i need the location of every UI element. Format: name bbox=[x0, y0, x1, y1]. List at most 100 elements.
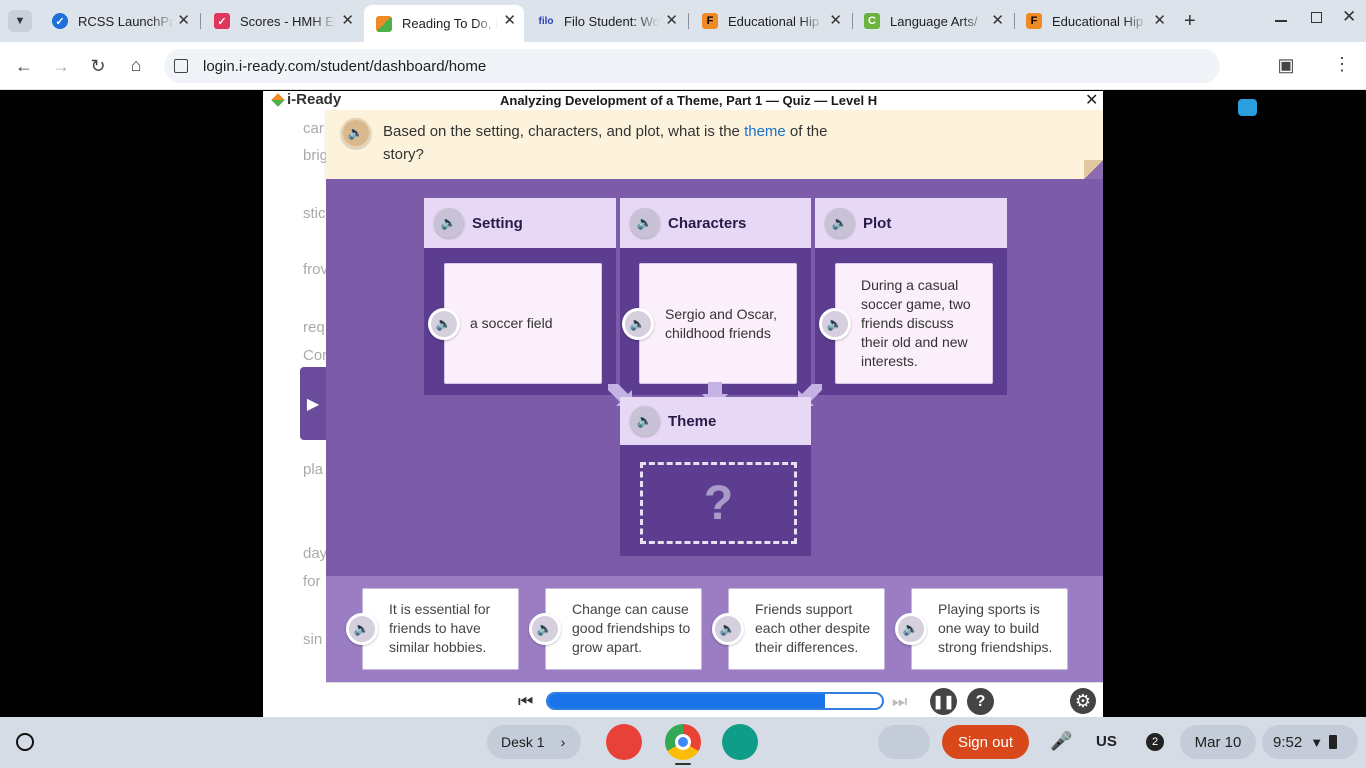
tab-rcss-launchpad[interactable]: ✓ RCSS LaunchPad ✕ bbox=[40, 5, 198, 37]
plot-text: During a casual soccer game, two friends… bbox=[861, 277, 971, 369]
minimize-icon[interactable] bbox=[1275, 20, 1287, 22]
prompt-speaker-icon[interactable]: 🔈 bbox=[341, 118, 371, 148]
tab-flocabulary-2[interactable]: F Educational Hip ✕ bbox=[1014, 5, 1174, 37]
sign-out-button[interactable]: Sign out bbox=[942, 725, 1029, 759]
speaker-icon[interactable]: 🔈 bbox=[434, 208, 464, 238]
background-text: Cor bbox=[303, 347, 328, 364]
theme-keyword-link[interactable]: theme bbox=[744, 123, 786, 140]
background-text: brig bbox=[303, 147, 329, 164]
question-mark-placeholder: ? bbox=[703, 476, 734, 530]
background-text: day bbox=[303, 545, 328, 562]
date-tray[interactable]: Mar 10 bbox=[1180, 725, 1256, 759]
home-icon[interactable]: ⌂ bbox=[124, 55, 148, 75]
speaker-icon[interactable]: 🔈 bbox=[630, 406, 660, 436]
setting-heading: 🔈 Setting bbox=[424, 198, 616, 248]
window-close-icon[interactable]: ✕ bbox=[1342, 7, 1356, 27]
tab-hmh-scores[interactable]: ✓ Scores - HMH Ed ✕ bbox=[202, 5, 362, 37]
answer-text: Change can cause good friendships to gro… bbox=[572, 601, 691, 655]
close-icon[interactable]: ✕ bbox=[177, 12, 190, 30]
input-method-label[interactable]: US bbox=[1096, 733, 1117, 750]
tab-title: RCSS LaunchPad bbox=[78, 13, 174, 29]
speaker-icon[interactable]: 🔈 bbox=[630, 208, 660, 238]
answer-text: Playing sports is one way to build stron… bbox=[938, 601, 1053, 655]
launchpad-icon: ✓ bbox=[52, 13, 68, 29]
speaker-icon[interactable]: 🔈 bbox=[622, 308, 654, 340]
progress-bar bbox=[546, 692, 884, 710]
close-icon[interactable]: ✕ bbox=[991, 12, 1004, 30]
answer-card[interactable]: Change can cause good friendships to gro… bbox=[545, 588, 702, 670]
background-text: req bbox=[303, 319, 325, 336]
restore-icon[interactable] bbox=[1311, 12, 1322, 23]
back-icon[interactable]: ← bbox=[12, 56, 36, 76]
launcher-icon[interactable] bbox=[16, 733, 34, 751]
battery-icon bbox=[1329, 735, 1338, 749]
forward-icon[interactable]: → bbox=[49, 56, 73, 76]
answer-card[interactable]: Playing sports is one way to build stron… bbox=[911, 588, 1068, 670]
dictation-mic-icon[interactable]: 🎤 bbox=[1050, 731, 1072, 752]
answer-card[interactable]: It is essential for friends to have simi… bbox=[362, 588, 519, 670]
new-tab-icon[interactable]: + bbox=[1184, 10, 1196, 33]
close-icon[interactable]: ✕ bbox=[341, 12, 354, 30]
answer-card[interactable]: Friends support each other despite their… bbox=[728, 588, 885, 670]
tab-filo[interactable]: filo Filo Student: World ✕ bbox=[526, 5, 686, 37]
speaker-icon[interactable]: 🔈 bbox=[712, 613, 744, 645]
speaker-icon[interactable]: 🔈 bbox=[895, 613, 927, 645]
theme-drop-zone[interactable]: ? bbox=[640, 462, 797, 544]
wifi-icon: ▼ bbox=[1310, 734, 1324, 750]
skip-forward-icon[interactable]: ⏭ bbox=[892, 692, 907, 712]
chrome-app-icon[interactable] bbox=[665, 724, 701, 760]
question-text: Based on the setting, characters, and pl… bbox=[383, 123, 828, 163]
menu-dots-icon[interactable]: ⋮ bbox=[1330, 54, 1354, 74]
answer-text: Friends support each other despite their… bbox=[755, 601, 871, 655]
notification-badge[interactable]: 2 bbox=[1146, 733, 1164, 751]
filo-icon: filo bbox=[538, 15, 554, 27]
tab-flocabulary-1[interactable]: F Educational Hip ✕ bbox=[690, 5, 850, 37]
tab-strip: ▼ ✓ RCSS LaunchPad ✕ ✓ Scores - HMH Ed ✕… bbox=[0, 0, 1366, 42]
setting-card: a soccer field bbox=[444, 263, 602, 384]
holding-space-icon[interactable] bbox=[878, 725, 930, 759]
flocabulary-icon: F bbox=[1026, 13, 1042, 29]
cloud-extension-icon[interactable] bbox=[1238, 99, 1257, 116]
os-shelf: Desk 1 › Sign out 🎤 US 2 Mar 10 9:52 ▼ bbox=[0, 717, 1366, 768]
tab-title: Language Arts/ bbox=[890, 13, 978, 29]
speaker-icon[interactable]: 🔈 bbox=[428, 308, 460, 340]
background-text: sin bbox=[303, 631, 323, 648]
close-icon[interactable]: ✕ bbox=[829, 12, 842, 30]
commonlit-icon: C bbox=[864, 13, 880, 29]
side-panel-toggle[interactable]: ▶ bbox=[300, 367, 326, 440]
speaker-icon[interactable]: 🔈 bbox=[346, 613, 378, 645]
tab-iready[interactable]: Reading To Do, i-Ready ✕ bbox=[364, 5, 524, 42]
close-icon[interactable]: ✕ bbox=[665, 12, 678, 30]
tab-language-arts[interactable]: C Language Arts/ ✕ bbox=[852, 5, 1012, 37]
speaker-icon[interactable]: 🔈 bbox=[529, 613, 561, 645]
canva-app-icon[interactable] bbox=[606, 724, 642, 760]
speaker-icon[interactable]: 🔈 bbox=[819, 308, 851, 340]
tab-title: Reading To Do, i-Ready bbox=[402, 16, 498, 31]
flocabulary-icon: F bbox=[702, 13, 718, 29]
close-icon[interactable]: ✕ bbox=[1153, 12, 1166, 30]
desk-button[interactable]: Desk 1 › bbox=[487, 725, 581, 759]
pause-icon[interactable]: ❚❚ bbox=[930, 688, 957, 715]
site-info-icon[interactable] bbox=[174, 59, 188, 73]
hmh-icon: ✓ bbox=[214, 13, 230, 29]
help-icon[interactable]: ? bbox=[967, 688, 994, 715]
plot-card: During a casual soccer game, two friends… bbox=[835, 263, 993, 384]
tab-search-button[interactable]: ▼ bbox=[8, 10, 32, 32]
classroom-app-icon[interactable] bbox=[722, 724, 758, 760]
background-text: frov bbox=[303, 261, 329, 278]
progress-fill bbox=[548, 694, 826, 708]
settings-gear-icon[interactable]: ⚙ bbox=[1070, 688, 1096, 714]
caret-right-icon: ▶ bbox=[306, 395, 320, 413]
tab-title: Filo Student: World bbox=[564, 13, 660, 29]
url-text[interactable]: login.i-ready.com/student/dashboard/home bbox=[203, 58, 486, 75]
extensions-puzzle-icon[interactable]: ▣ bbox=[1274, 55, 1298, 75]
answer-text: It is essential for friends to have simi… bbox=[389, 601, 491, 655]
skip-back-icon[interactable]: ⏮ bbox=[518, 692, 533, 712]
status-tray[interactable]: 9:52 ▼ bbox=[1262, 725, 1358, 759]
speaker-icon[interactable]: 🔈 bbox=[825, 208, 855, 238]
iready-icon bbox=[376, 15, 392, 32]
quiz-close-icon[interactable]: ✕ bbox=[1085, 90, 1098, 110]
theme-heading: 🔈 Theme bbox=[620, 397, 811, 445]
close-icon[interactable]: ✕ bbox=[503, 12, 516, 30]
reload-icon[interactable]: ↻ bbox=[86, 56, 110, 76]
